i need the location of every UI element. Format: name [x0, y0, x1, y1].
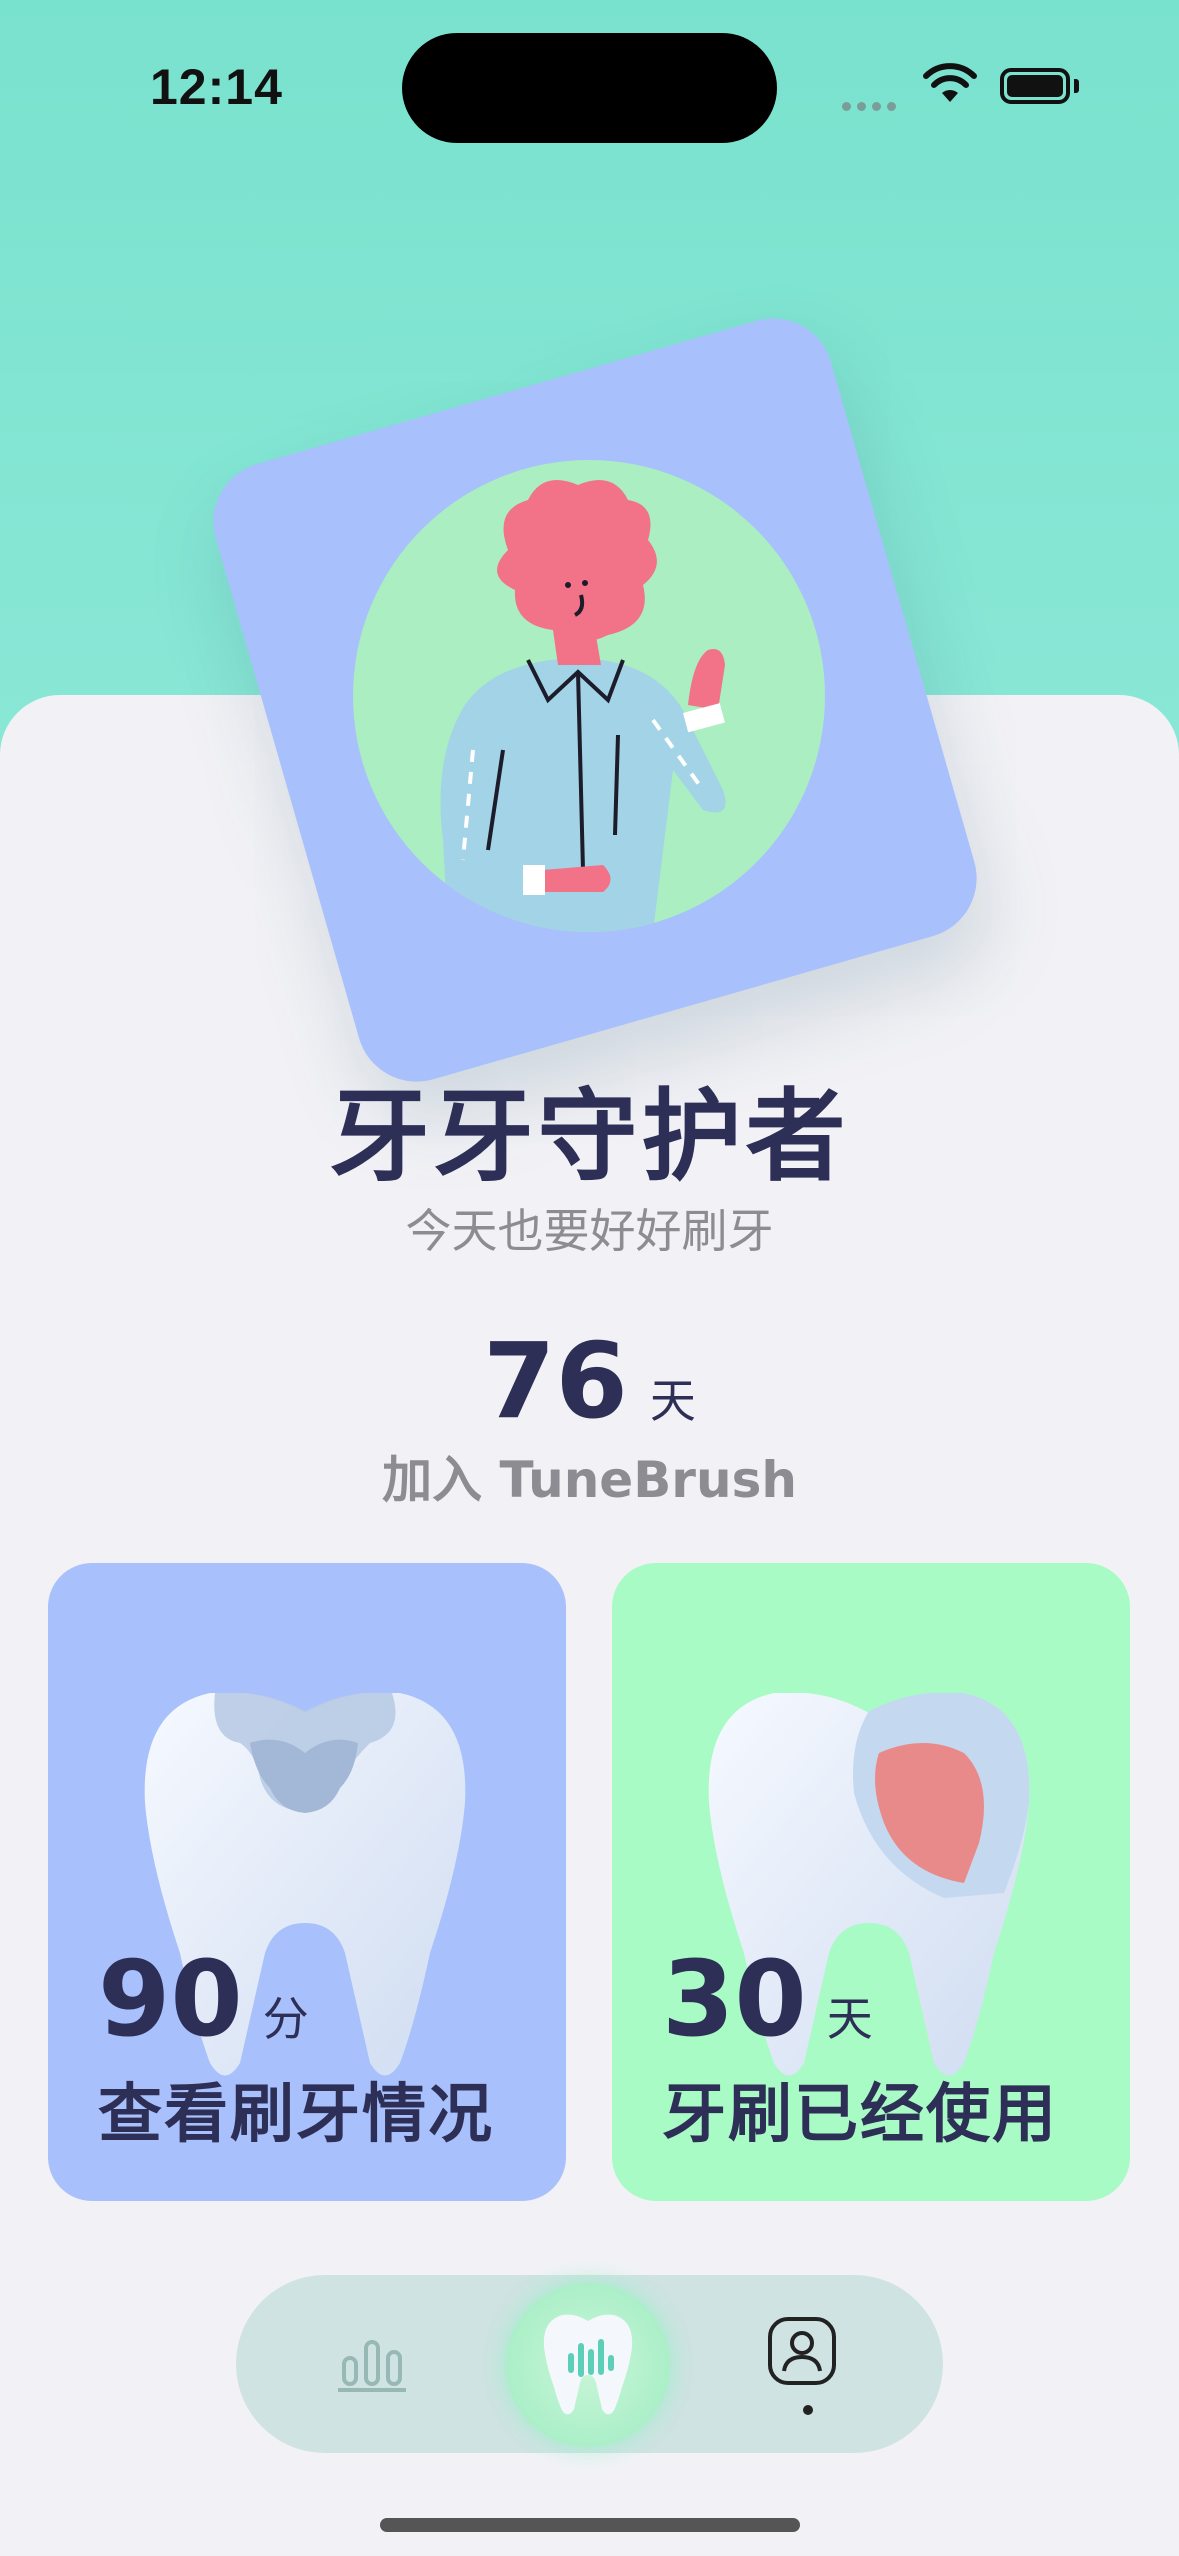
brushing-score-card[interactable]: 90 分 查看刷牙情况 — [48, 1563, 566, 2201]
home-indicator[interactable] — [380, 2518, 800, 2532]
cellular-signal-icon — [842, 96, 902, 115]
selected-tab-indicator — [803, 2405, 813, 2415]
status-time: 12:14 — [150, 59, 283, 115]
page-title: 牙牙守护者 — [329, 1078, 850, 1195]
usage-value: 30 — [662, 1938, 807, 2060]
days-count: 76 — [483, 1320, 628, 1442]
view-brushing-label: 查看刷牙情况 — [98, 2078, 494, 2152]
character-illustration — [440, 480, 726, 932]
wifi-icon — [923, 63, 977, 102]
score-stat: 90 分 — [98, 1938, 309, 2060]
score-unit: 分 — [262, 1992, 309, 2046]
join-caption: 加入 TuneBrush — [382, 1451, 797, 1509]
days-joined: 76 天 — [0, 1320, 1179, 1442]
profile-icon[interactable] — [766, 2315, 838, 2387]
battery-icon — [1000, 68, 1070, 104]
toothbrush-used-label: 牙刷已经使用 — [662, 2078, 1058, 2152]
score-value: 90 — [98, 1938, 243, 2060]
status-icons — [842, 60, 1082, 111]
tooth-brush-home-icon — [543, 2314, 633, 2415]
avatar — [353, 460, 825, 932]
toothbrush-usage-card[interactable]: 30 天 牙刷已经使用 — [612, 1563, 1130, 2201]
days-unit: 天 — [649, 1374, 696, 1428]
page-subtitle: 今天也要好好刷牙 — [405, 1204, 774, 1258]
tab-bar — [236, 2275, 943, 2453]
dynamic-island — [402, 33, 777, 143]
usage-unit: 天 — [826, 1992, 873, 2046]
stats-chart-icon[interactable] — [336, 2330, 408, 2394]
usage-stat: 30 天 — [662, 1938, 873, 2060]
tab-home[interactable] — [506, 2283, 670, 2447]
